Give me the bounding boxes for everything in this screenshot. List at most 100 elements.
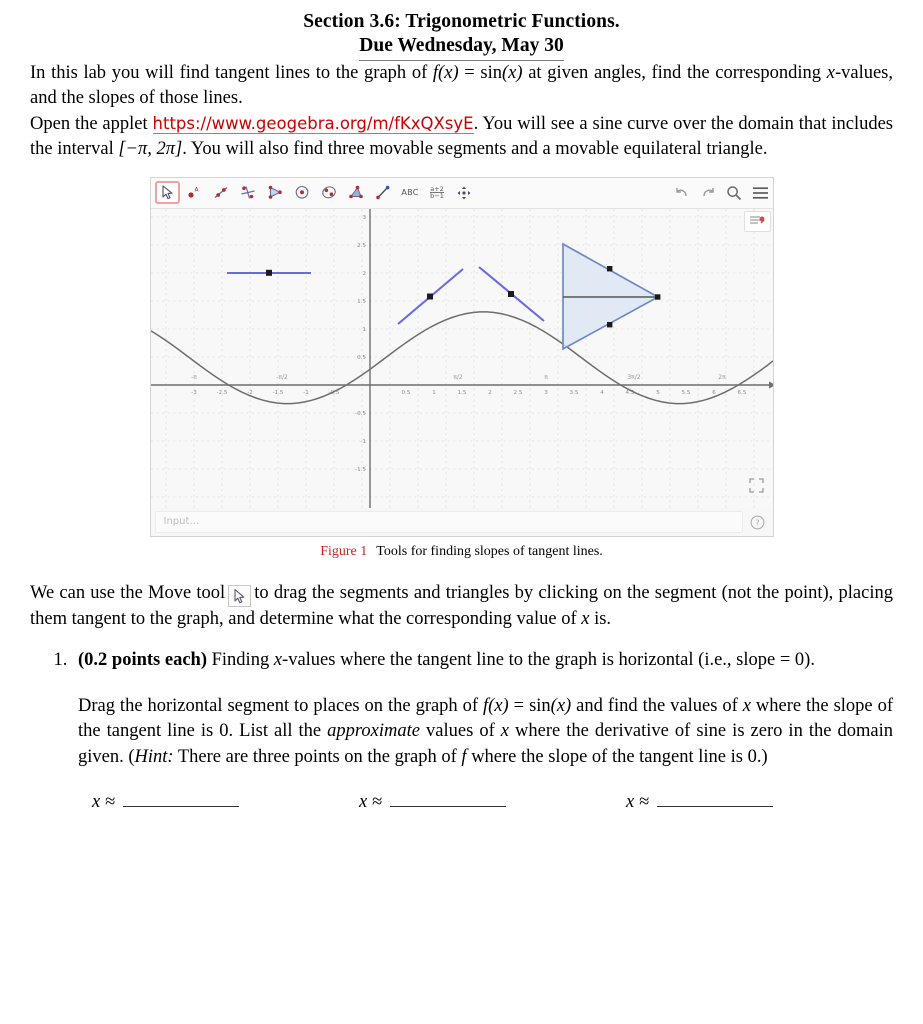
svg-text:2.5: 2.5 xyxy=(357,243,366,249)
graph-canvas[interactable]: -3 -2.5 -2 -1.5 -1 -0.5 0.5 1 1.5 2 2.5 … xyxy=(150,208,773,508)
title-line-1: Section 3.6: Trigonometric Functions. xyxy=(303,11,620,32)
search-button[interactable] xyxy=(726,185,743,202)
move-tool-inline-icon xyxy=(228,584,252,607)
answer-input-2[interactable] xyxy=(390,793,506,808)
sub-text-6: There are three points on the graph of xyxy=(173,746,462,767)
question-xvar: x xyxy=(273,650,283,671)
svg-text:1.5: 1.5 xyxy=(457,390,466,396)
circle-tool[interactable] xyxy=(290,181,315,204)
figure-number: Figure 1 xyxy=(320,543,368,559)
question-list: (0.2 points each) Finding x-values where… xyxy=(30,648,893,770)
slope-tool[interactable] xyxy=(371,181,396,204)
svg-text:0.5: 0.5 xyxy=(401,390,410,396)
svg-text:π: π xyxy=(544,374,548,381)
intro-formula: f(x) = sin(x) xyxy=(432,62,523,83)
svg-text:-2.5: -2.5 xyxy=(216,390,227,396)
style-bar-button[interactable] xyxy=(743,210,771,232)
svg-text:?: ? xyxy=(755,518,759,527)
question-prompt-1: Finding xyxy=(207,650,274,671)
answer-blank-3: x ≈ xyxy=(626,792,893,813)
move-tool[interactable] xyxy=(154,181,180,205)
svg-text:2: 2 xyxy=(488,390,492,396)
sub-text-1: Drag the horizontal segment to places on… xyxy=(78,695,484,716)
answer-label-2: x ≈ xyxy=(359,792,382,813)
intro-text-1: In this lab you will find tangent lines … xyxy=(30,62,433,83)
svg-text:0.5: 0.5 xyxy=(357,355,366,361)
applet-text-3: . You will also find three movable segme… xyxy=(182,139,768,160)
svg-text:3π/2: 3π/2 xyxy=(627,374,640,381)
svg-text:6: 6 xyxy=(712,390,716,396)
svg-text:π/2: π/2 xyxy=(453,374,463,381)
applet-right-tools xyxy=(674,178,769,209)
polygon-tool[interactable] xyxy=(263,181,288,204)
sine-graph-svg: -3 -2.5 -2 -1.5 -1 -0.5 0.5 1 1.5 2 2.5 … xyxy=(150,208,773,508)
svg-text:2π: 2π xyxy=(718,374,726,381)
svg-text:A: A xyxy=(195,187,200,194)
svg-text:2.5: 2.5 xyxy=(513,390,522,396)
sub-xvar-2: x xyxy=(500,721,509,742)
title-line-2: Due Wednesday, May 30 xyxy=(359,34,564,61)
interval-notation: [−π, 2π] xyxy=(118,139,183,160)
move-text-3: is. xyxy=(589,608,612,629)
question-subtext: Drag the horizontal segment to places on… xyxy=(78,694,893,771)
answer-label-1: x ≈ xyxy=(92,792,115,813)
svg-text:-1.5: -1.5 xyxy=(272,390,283,396)
svg-text:3: 3 xyxy=(544,390,548,396)
svg-text:-0.5: -0.5 xyxy=(355,411,366,417)
svg-text:2: 2 xyxy=(362,271,366,277)
perpendicular-line-tool[interactable] xyxy=(236,181,261,204)
applet-paragraph: Open the applet https://www.geogebra.org… xyxy=(30,112,893,163)
fraction-expression-icon: a+2 b−1 xyxy=(430,184,444,201)
undo-button[interactable] xyxy=(674,185,691,202)
geogebra-applet[interactable]: A ABC a+2 b−1 -3 -2.5 -2 -1.5 -1 -0.5 0.… xyxy=(149,176,774,537)
intro-text-2: at given angles, find the corresponding xyxy=(522,62,827,83)
sub-text-4: values of xyxy=(420,721,501,742)
line-tool[interactable] xyxy=(209,181,234,204)
text-tool[interactable]: ABC xyxy=(398,181,423,204)
question-item-1: (0.2 points each) Finding x-values where… xyxy=(72,648,893,770)
menu-button[interactable] xyxy=(752,185,769,202)
svg-text:3: 3 xyxy=(362,215,366,221)
geogebra-applet-link[interactable]: https://www.geogebra.org/m/fKxQXsyE xyxy=(152,113,474,134)
document-page: Section 3.6: Trigonometric Functions. Du… xyxy=(0,0,923,1024)
redo-button[interactable] xyxy=(700,185,717,202)
svg-text:1.5: 1.5 xyxy=(357,299,366,305)
sub-xvar-1: x xyxy=(742,695,751,716)
svg-text:5: 5 xyxy=(656,390,660,396)
svg-text:-π/2: -π/2 xyxy=(276,374,288,381)
answer-blanks-row: x ≈ x ≈ x ≈ xyxy=(30,792,893,813)
applet-input-bar[interactable]: Input… xyxy=(154,510,743,533)
answer-input-3[interactable] xyxy=(657,793,773,808)
document-title: Section 3.6: Trigonometric Functions. Du… xyxy=(0,0,923,61)
figure-caption: Figure 1 Tools for finding slopes of tang… xyxy=(30,544,893,560)
intro-xvar: x xyxy=(826,62,835,83)
answer-blank-2: x ≈ xyxy=(359,792,626,813)
sub-text-7: where the slope of the tangent line is 0… xyxy=(466,746,768,767)
conic-tool[interactable] xyxy=(317,181,342,204)
point-tool[interactable]: A xyxy=(182,181,207,204)
figure-1: A ABC a+2 b−1 -3 -2.5 -2 -1.5 -1 -0.5 0.… xyxy=(30,176,893,537)
svg-text:4: 4 xyxy=(600,390,604,396)
move-tool-paragraph: We can use the Move tool to drag the segm… xyxy=(30,581,893,633)
sub-formula: f(x) = sin(x) xyxy=(483,695,572,716)
applet-text-1: Open the applet xyxy=(30,113,153,134)
svg-text:-3: -3 xyxy=(191,390,197,396)
fullscreen-button[interactable] xyxy=(748,477,765,494)
answer-input-1[interactable] xyxy=(123,793,239,808)
answer-label-3: x ≈ xyxy=(626,792,649,813)
move-graphics-tool[interactable] xyxy=(452,181,477,204)
svg-text:5.5: 5.5 xyxy=(681,390,690,396)
angle-tool[interactable] xyxy=(344,181,369,204)
svg-text:-1: -1 xyxy=(303,390,309,396)
intro-paragraph: In this lab you will find tangent lines … xyxy=(30,61,893,112)
help-button[interactable]: ? xyxy=(750,515,765,530)
svg-text:-1.5: -1.5 xyxy=(355,467,366,473)
sub-emphasis: approximate xyxy=(327,721,420,742)
slider-tool[interactable]: a+2 b−1 xyxy=(425,181,450,204)
figure-caption-text: Tools for finding slopes of tangent line… xyxy=(376,543,603,559)
svg-text:1: 1 xyxy=(362,327,366,333)
document-body: In this lab you will find tangent lines … xyxy=(0,61,923,814)
svg-text:1: 1 xyxy=(432,390,436,396)
sub-text-2: and find the values of xyxy=(571,695,743,716)
svg-text:-π: -π xyxy=(191,374,197,381)
